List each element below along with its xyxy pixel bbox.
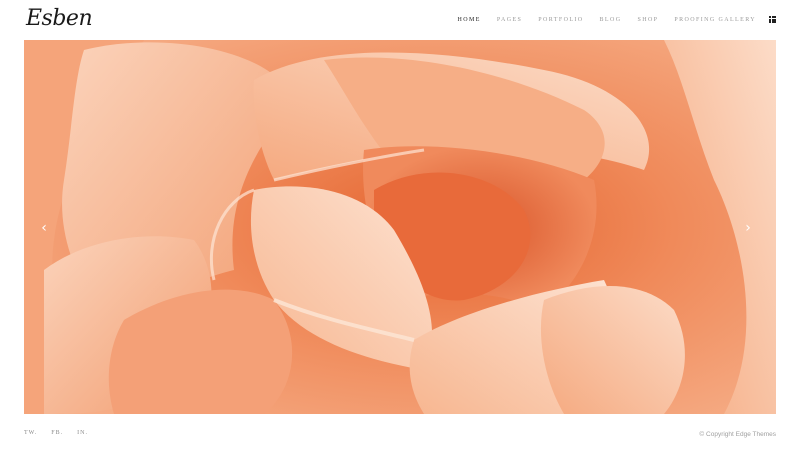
copyright-text: © Copyright Edge Themes	[699, 431, 776, 438]
slider-next-arrow[interactable]: ›	[740, 216, 756, 240]
rose-image	[24, 40, 776, 414]
nav-item-proofing-gallery[interactable]: PROOFING GALLERY	[674, 17, 756, 23]
nav-item-shop[interactable]: SHOP	[637, 17, 658, 23]
main-nav: HOME PAGES PORTFOLIO BLOG SHOP PROOFING …	[458, 17, 756, 23]
nav-item-portfolio[interactable]: PORTFOLIO	[538, 17, 583, 23]
social-links: TW. FB. IN.	[24, 430, 88, 436]
social-link-facebook[interactable]: FB.	[51, 430, 63, 436]
site-footer: TW. FB. IN. © Copyright Edge Themes	[0, 414, 800, 460]
hero-slider: ‹ ›	[24, 40, 776, 414]
site-header: Esben HOME PAGES PORTFOLIO BLOG SHOP PRO…	[0, 0, 800, 40]
nav-item-pages[interactable]: PAGES	[497, 17, 522, 23]
logo[interactable]: Esben	[26, 6, 93, 31]
social-link-instagram[interactable]: IN.	[77, 430, 88, 436]
nav-item-blog[interactable]: BLOG	[600, 17, 622, 23]
social-link-twitter[interactable]: TW.	[24, 430, 37, 436]
grid-menu-icon[interactable]	[769, 16, 776, 23]
slider-prev-arrow[interactable]: ‹	[36, 216, 52, 240]
nav-item-home[interactable]: HOME	[458, 17, 481, 23]
